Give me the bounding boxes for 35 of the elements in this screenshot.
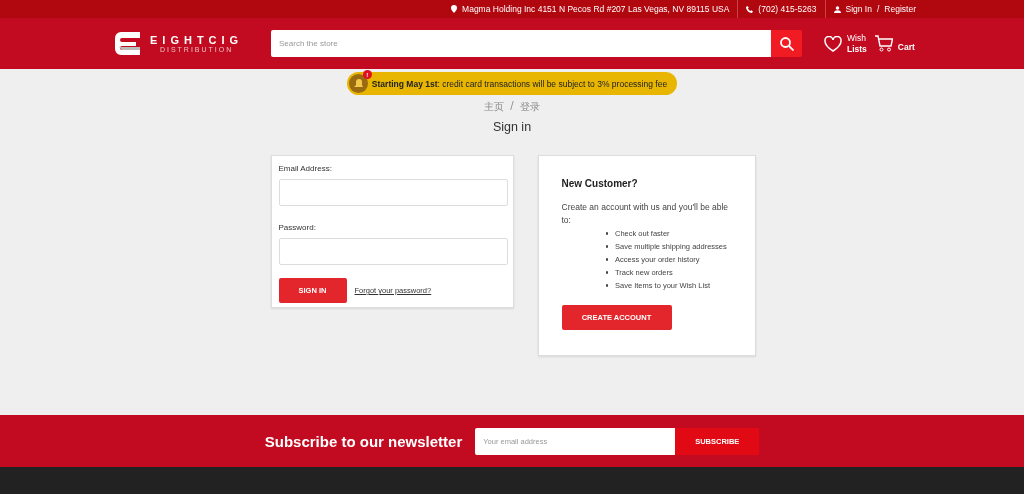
- breadcrumb-item[interactable]: 主页: [484, 100, 505, 114]
- bullet-icon: [605, 245, 608, 248]
- cart-icon: [874, 35, 893, 52]
- newsletter-title: Subscribe to our newsletter: [264, 432, 463, 450]
- search-icon: [779, 36, 794, 51]
- bullet-icon: [605, 284, 608, 287]
- link-separator: /: [876, 4, 880, 14]
- logo-icon: [115, 32, 140, 55]
- field-label: Email Address:: [278, 164, 333, 173]
- sign-in-link[interactable]: Sign In: [845, 4, 872, 14]
- breadcrumb-item[interactable]: 登录: [519, 100, 540, 114]
- breadcrumb-separator: /: [510, 100, 514, 113]
- heart-icon: [824, 35, 842, 52]
- card-title: New Customer?: [561, 178, 639, 189]
- password-field[interactable]: [278, 238, 508, 265]
- bullet-icon: [605, 271, 608, 274]
- register-link[interactable]: Register: [884, 4, 916, 14]
- bullet-icon: [605, 258, 608, 261]
- bell-icon: [348, 74, 368, 93]
- field-label: Password:: [278, 223, 317, 232]
- phone-icon: [746, 5, 754, 13]
- user-icon: [833, 5, 841, 13]
- notice-text: Starting May 1st: credit card transactions will be subject to 3% processing fee: [371, 78, 668, 89]
- logo-wordmark: EIGHTCIG: [150, 34, 244, 46]
- phone-link[interactable]: (702) 415-5263: [758, 4, 817, 14]
- wish-lists-link[interactable]: Wish Lists: [824, 32, 867, 55]
- search-field[interactable]: Search the store: [271, 30, 771, 57]
- bullet-icon: [605, 232, 608, 235]
- search-button[interactable]: [771, 30, 802, 57]
- store-address: Magma Holding Inc 4151 N Pecos Rd #207 Las Vegas, NV 89115 USA: [462, 4, 730, 14]
- intro-text: Create an account with us and you'll be able to:: [561, 201, 730, 227]
- location-pin-icon: [451, 5, 458, 13]
- email-field[interactable]: [278, 179, 508, 206]
- page-title: Sign in: [492, 120, 532, 134]
- cart-link[interactable]: Cart: [874, 35, 915, 52]
